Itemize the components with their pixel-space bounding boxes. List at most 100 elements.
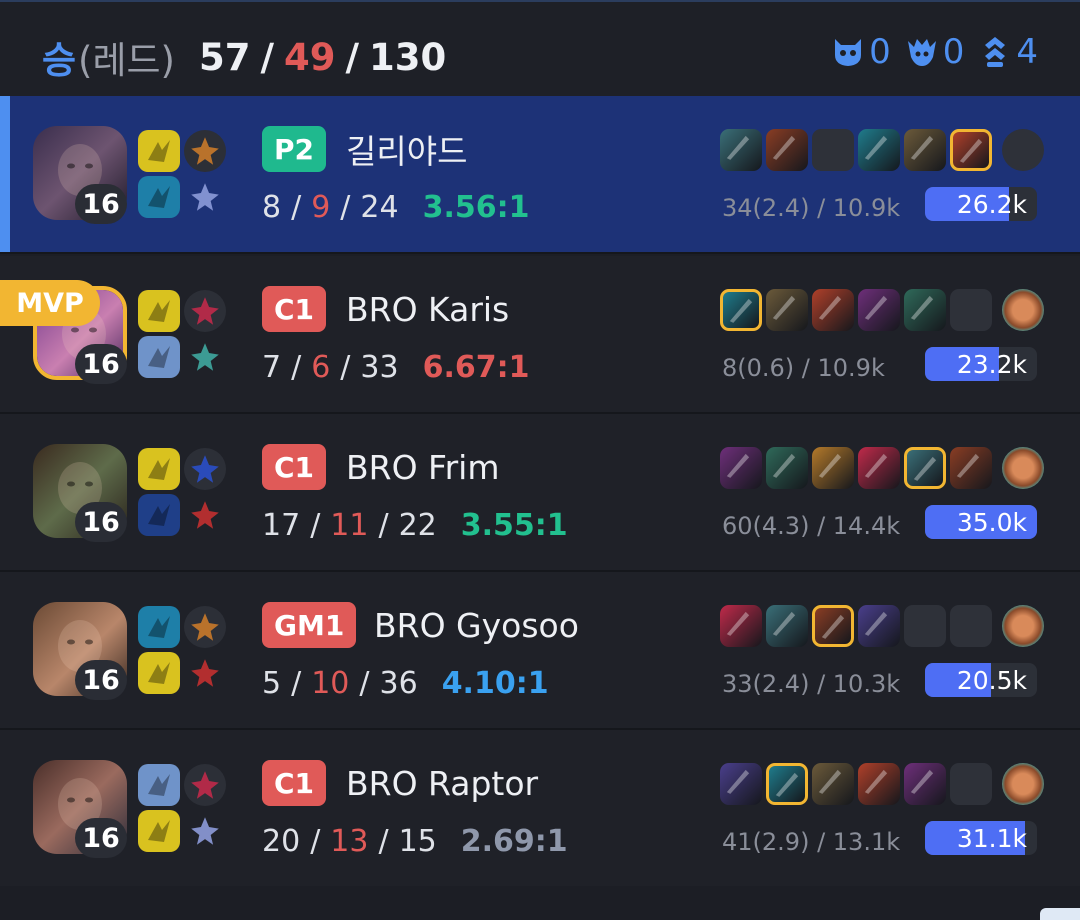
item-icon[interactable] [904,129,946,171]
tier-badge: GM1 [262,602,357,648]
item-icon[interactable] [766,605,808,647]
item-icon[interactable] [766,763,808,805]
flash-spell-icon[interactable] [138,652,180,694]
player-deaths: 6 [311,350,331,385]
damage-bar: 20.5k [925,663,1037,697]
item-icon[interactable] [720,129,762,171]
resolve-rune-icon[interactable] [184,336,226,378]
item-icon[interactable] [904,763,946,805]
item-build [720,129,1044,171]
exhaust-spell-icon[interactable] [138,764,180,806]
player-row[interactable]: 16 C1 BRO Raptor 20/13/15 2.69:1 41(2.9) … [0,730,1080,886]
champion-level: 16 [75,344,127,384]
damage-dealt: 31.1k [956,823,1027,853]
player-row[interactable]: 16 P2 길리야드 8/9/24 3.56:1 34(2.4) / 10.9k … [0,96,1080,252]
item-icon[interactable] [766,447,808,489]
damage-bar: 35.0k [925,505,1037,539]
team-result-summary: 승 (레드) 57/49/130 [42,30,446,84]
summoner-name[interactable]: BRO Raptor [346,760,538,806]
item-icon[interactable] [720,763,762,805]
comet-rune-icon[interactable] [184,448,226,490]
oracle-lens-icon[interactable] [1002,763,1044,805]
kda-ratio: 3.55:1 [460,508,568,543]
item-build [720,763,1044,805]
oracle-lens-icon[interactable] [1002,447,1044,489]
item-icon[interactable] [720,289,762,331]
player-kda: 17/11/22 3.55:1 [262,508,568,543]
conqueror-rune-icon[interactable] [184,130,226,172]
flash-spell-icon[interactable] [138,130,180,172]
player-deaths: 10 [311,666,350,701]
oracle-lens-icon[interactable] [1002,289,1044,331]
player-kills: 20 [262,824,301,859]
item-icon[interactable] [812,763,854,805]
champion-level: 16 [75,502,127,542]
kda-ratio: 4.10:1 [441,666,549,701]
sorcery-rune-icon[interactable] [184,176,226,218]
flash-spell-icon[interactable] [138,448,180,490]
item-icon[interactable] [904,447,946,489]
match-result: 승 [42,39,77,82]
damage-dealt: 23.2k [956,349,1027,379]
conqueror-rune-icon[interactable] [184,606,226,648]
item-icon[interactable] [812,447,854,489]
oracle-lens-icon[interactable] [1002,605,1044,647]
kda-ratio: 6.67:1 [422,350,530,385]
item-build [720,605,1044,647]
team-side: (레드) [78,39,175,82]
damage-bar: 26.2k [925,187,1037,221]
item-build [720,447,1044,489]
sorcery-rune-icon[interactable] [184,810,226,852]
item-icon[interactable] [766,129,808,171]
item-icon[interactable] [904,289,946,331]
item-icon[interactable] [720,447,762,489]
player-row[interactable]: 16 GM1 BRO Gyosoo 5/10/36 4.10:1 33(2.4) … [0,572,1080,728]
flash-spell-icon[interactable] [138,290,180,332]
item-icon[interactable] [812,605,854,647]
flash-spell-icon[interactable] [138,810,180,852]
summoner-name[interactable]: BRO Gyosoo [374,602,579,648]
team-deaths: 49 [284,35,336,79]
empty-item-slot [950,605,992,647]
item-icon[interactable] [858,447,900,489]
item-icon[interactable] [858,129,900,171]
team-kda: 57/49/130 [199,35,447,79]
domination-rune-icon[interactable] [184,494,226,536]
item-icon[interactable] [720,605,762,647]
damage-dealt: 26.2k [956,189,1027,219]
item-icon[interactable] [858,289,900,331]
empty-item-slot [812,129,854,171]
ghost-spell-icon[interactable] [138,176,180,218]
item-icon[interactable] [950,447,992,489]
cs-and-gold: 34(2.4) / 10.9k [722,194,901,222]
exhaust-spell-icon[interactable] [138,336,180,378]
smite-spell-icon[interactable] [138,494,180,536]
player-row[interactable]: 16 C1 BRO Frim 17/11/22 3.55:1 60(4.3) / … [0,414,1080,570]
empty-item-slot [950,289,992,331]
player-assists: 22 [398,508,437,543]
electrocute-rune-icon[interactable] [184,290,226,332]
item-icon[interactable] [950,129,992,171]
baron-count: 0 [831,32,891,72]
tier-badge: C1 [262,444,327,490]
item-icon[interactable] [812,289,854,331]
domination-rune-icon[interactable] [184,652,226,694]
item-icon[interactable] [858,605,900,647]
player-assists: 15 [398,824,437,859]
ghost-spell-icon[interactable] [138,606,180,648]
empty-trinket-slot [1002,129,1044,171]
player-kda: 8/9/24 3.56:1 [262,190,530,225]
summoner-name[interactable]: BRO Karis [346,286,509,332]
damage-bar: 23.2k [925,347,1037,381]
tier-badge: C1 [262,286,327,332]
item-icon[interactable] [766,289,808,331]
corner-help-icon[interactable] [1040,908,1080,920]
summoner-name[interactable]: BRO Frim [346,444,500,490]
champion-level: 16 [75,660,127,700]
electrocute-rune-icon[interactable] [184,764,226,806]
player-kills: 17 [262,508,301,543]
item-icon[interactable] [858,763,900,805]
player-row[interactable]: 16 MVP C1 BRO Karis 7/6/33 6.67:1 8(0.6) /… [0,256,1080,412]
summoner-name[interactable]: 길리야드 [346,126,467,172]
dragon-icon [907,39,936,66]
